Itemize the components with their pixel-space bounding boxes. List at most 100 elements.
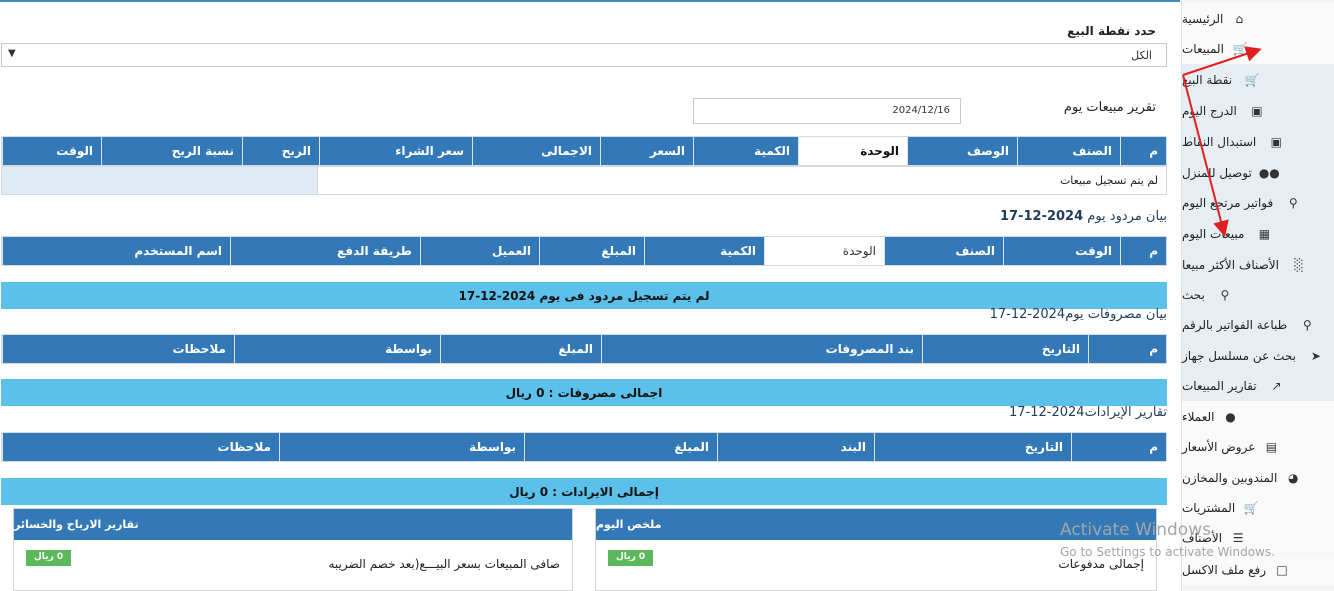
- th-item: الصنف: [1017, 137, 1120, 165]
- th-time: الوقت: [2, 137, 101, 165]
- th-item: الصنف: [884, 237, 1003, 265]
- th-item: البند: [717, 433, 874, 461]
- th-payment-method: طريقة الدفع: [230, 237, 420, 265]
- th-date: التاريخ: [874, 433, 1071, 461]
- th-customer: العميل: [420, 237, 539, 265]
- returns-title: بيان مردود يوم 2024-12-17: [999, 209, 1167, 224]
- sidebar-item-today-sales[interactable]: ▦ مبيعات اليوم: [1182, 218, 1334, 249]
- money-icon: ▣: [1251, 103, 1263, 118]
- chevron-down-icon: ▼: [8, 48, 16, 59]
- profit-loss-panel: تقارير الارباح والخسائر صافى المبيعات بس…: [13, 508, 573, 591]
- sidebar-item-pos[interactable]: 🛒 نقطة البيع: [1182, 64, 1334, 95]
- search-icon: ⚲: [1302, 317, 1312, 332]
- th-amount: المبلغ: [524, 433, 717, 461]
- th-index: م: [1071, 433, 1166, 461]
- th-quantity: الكمية: [693, 137, 798, 165]
- th-description: الوصف: [907, 137, 1017, 165]
- sidebar-item-points-exchange[interactable]: ▣ استبدال النقاط: [1182, 126, 1334, 157]
- returns-table-header: م الوقت الصنف الوحدة الكمية المبلغ العمي…: [1, 236, 1167, 266]
- th-purchase-price: سعر الشراء: [319, 137, 472, 165]
- th-by: بواسطة: [279, 433, 524, 461]
- th-notes: ملاحظات: [2, 335, 234, 363]
- sidebar: ⌂ الرئيسية 🛒 المبيعات 🛒 نقطة البيع ▣ الد…: [1181, 0, 1334, 591]
- list-icon: ▤: [1265, 439, 1278, 454]
- th-quantity: الكمية: [644, 237, 764, 265]
- th-index: م: [1120, 237, 1166, 265]
- expenses-total-bar: اجمالى مصروفات : 0 ريال: [1, 379, 1167, 406]
- sidebar-item-quotes[interactable]: ▤ عروض الأسعار: [1182, 431, 1334, 462]
- bar-chart-icon: ░: [1294, 257, 1304, 272]
- list-icon: ☰: [1232, 530, 1244, 545]
- th-by: بواسطة: [234, 335, 440, 363]
- cart-icon: 🛒: [1243, 500, 1259, 515]
- profit-loss-title: تقارير الارباح والخسائر: [14, 509, 572, 540]
- returns-empty-bar: لم يتم تسجيل مردود فى يوم 2024-12-17: [1, 282, 1167, 309]
- report-day-label: تقرير مبيعات يوم: [1063, 100, 1156, 115]
- money-icon: ▣: [1270, 134, 1282, 149]
- net-sales-label: صافى المبيعات بسعر البيـــع(بعد خصم الضر…: [328, 557, 560, 571]
- total-payments-label: إجمالى مدفوعات: [1058, 557, 1144, 571]
- sidebar-item-today-drawer[interactable]: ▣ الدرج اليوم: [1182, 95, 1334, 126]
- cart-icon: 🛒: [1232, 41, 1248, 56]
- sidebar-item-home-delivery[interactable]: ●● توصيل للمنزل: [1182, 157, 1334, 188]
- th-profit-ratio: نسبة الربح: [101, 137, 242, 165]
- tag-icon: ➤: [1310, 348, 1321, 363]
- sidebar-item-purchases[interactable]: 🛒 المشتريات: [1182, 492, 1334, 523]
- sales-table-header: م الصنف الوصف الوحدة الكمية السعر الاجما…: [1, 136, 1167, 166]
- summary-row: إجمالى مدفوعات 0 ريال: [596, 540, 1156, 591]
- th-total: الاجمالى: [472, 137, 600, 165]
- th-unit: الوحدة: [764, 237, 884, 265]
- sales-empty-row: لم يتم تسجيل مبيعات: [1, 166, 1167, 195]
- file-icon: □: [1276, 562, 1288, 577]
- report-date-value: 2024/12/16: [892, 105, 950, 116]
- revenues-table-header: م التاريخ البند المبلغ بواسطة ملاحظات: [1, 432, 1167, 462]
- total-payments-badge: 0 ريال: [608, 550, 654, 566]
- user-icon: ●: [1225, 409, 1236, 424]
- sidebar-item-print-invoice[interactable]: ⚲ طباعة الفواتير بالرقم: [1182, 309, 1334, 340]
- sidebar-item-customers[interactable]: ● العملاء: [1182, 401, 1334, 432]
- th-amount: المبلغ: [440, 335, 601, 363]
- th-amount: المبلغ: [539, 237, 644, 265]
- report-date-input[interactable]: 2024/12/16: [693, 98, 961, 124]
- sidebar-item-sales-reports[interactable]: ↗ تقارير المبيعات: [1182, 370, 1334, 401]
- line-chart-icon: ↗: [1271, 378, 1282, 393]
- search-icon: ⚲: [1288, 195, 1298, 210]
- th-notes: ملاحظات: [2, 433, 279, 461]
- motorcycle-icon: ●●: [1258, 165, 1280, 180]
- sidebar-item-reps-warehouses[interactable]: ◕ المندوبين والمخازن: [1182, 462, 1334, 493]
- th-expense-item: بند المصروفات: [601, 335, 922, 363]
- revenues-total-bar: إجمالى الايرادات : 0 ريال: [1, 478, 1167, 505]
- th-profit: الربح: [242, 137, 319, 165]
- sidebar-item-today-returns[interactable]: ⚲ فواتير مرتجع اليوم: [1182, 187, 1334, 218]
- sidebar-item-best-sellers[interactable]: ░ الأصناف الأكثر مبيعا: [1182, 249, 1334, 280]
- sidebar-item-serial-search[interactable]: ➤ بحث عن مسلسل جهاز: [1182, 340, 1334, 371]
- sidebar-item-items[interactable]: ☰ الأصناف: [1182, 522, 1334, 553]
- globe-icon: ◕: [1288, 470, 1299, 485]
- pos-label: حدد نقطة البيع: [1067, 24, 1156, 38]
- profit-row: صافى المبيعات بسعر البيـــع(بعد خصم الضر…: [14, 540, 572, 591]
- net-sales-badge: 0 ريال: [26, 550, 72, 566]
- sidebar-item-excel-upload[interactable]: □ رفع ملف الاكسل: [1182, 554, 1334, 585]
- sidebar-item-home[interactable]: ⌂ الرئيسية: [1182, 3, 1334, 34]
- th-unit: الوحدة: [798, 137, 907, 165]
- expenses-table-header: م التاريخ بند المصروفات المبلغ بواسطة مل…: [1, 334, 1167, 364]
- day-summary-title: ملخص اليوم: [596, 509, 1156, 540]
- th-date: التاريخ: [922, 335, 1088, 363]
- cart-icon: 🛒: [1244, 72, 1260, 87]
- sidebar-item-search[interactable]: ⚲ بحث: [1182, 279, 1334, 310]
- th-index: م: [1088, 335, 1166, 363]
- pos-select-value: الكل: [1131, 49, 1152, 62]
- th-price: السعر: [600, 137, 693, 165]
- home-icon: ⌂: [1235, 11, 1244, 26]
- pos-select[interactable]: الكل ▼: [1, 43, 1167, 67]
- th-username: اسم المستخدم: [2, 237, 230, 265]
- expenses-title: بيان مصروفات يوم2024-12-17: [989, 307, 1167, 322]
- day-summary-panel: ملخص اليوم إجمالى مدفوعات 0 ريال: [595, 508, 1157, 591]
- sidebar-item-sales[interactable]: 🛒 المبيعات: [1182, 33, 1334, 64]
- th-index: م: [1120, 137, 1166, 165]
- search-icon: ⚲: [1220, 287, 1230, 302]
- revenues-title: تقارير الإيرادات2024-12-17: [1008, 405, 1167, 420]
- th-time: الوقت: [1003, 237, 1120, 265]
- top-accent-line: [0, 0, 1180, 2]
- sales-empty-text: لم يتم تسجيل مبيعات: [1059, 174, 1158, 187]
